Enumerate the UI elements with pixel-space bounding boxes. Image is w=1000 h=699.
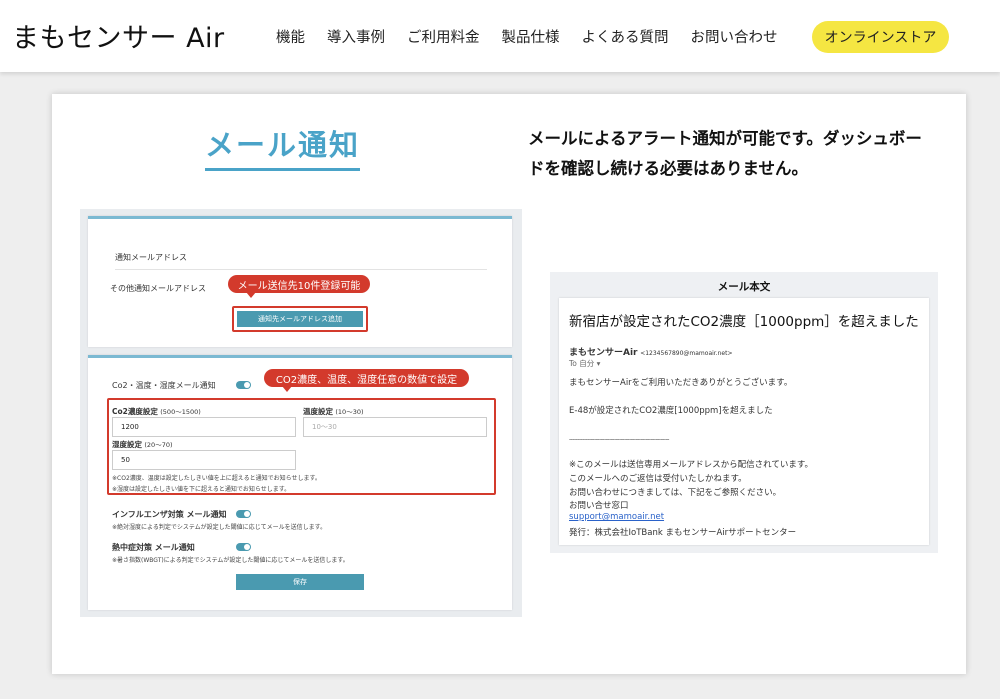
mail-body-heading: メール本文 (717, 281, 771, 293)
email-footer-5: 発行：株式会社IoTBank まもセンサーAirサポートセンター (569, 528, 797, 538)
site-header: まもセンサー Air 機能 導入事例 ご利用料金 製品仕様 よくある質問 お問い… (0, 0, 1000, 72)
email-subject: 新宿店が設定されたCO2濃度［1000ppm］を超えました (569, 314, 919, 330)
co2-mail-label: Co2・温度・湿度メール通知 (112, 381, 216, 390)
email-address-panel: 通知メールアドレス その他通知メールアドレス メール送信先10件登録可能 通知先… (88, 216, 512, 347)
nav-item-case-studies[interactable]: 導入事例 (327, 26, 385, 47)
email-footer-3: お問い合わせにつきましては、下記をご参照ください。 (569, 488, 782, 498)
threshold-note-2: ※湿度は設定したしきい値を下に超えると通知でお知らせします。 (112, 486, 291, 493)
heatstroke-mail-toggle[interactable] (236, 543, 251, 551)
add-email-button[interactable]: 通知先メールアドレス追加 (237, 311, 363, 327)
nav-item-features[interactable]: 機能 (276, 26, 305, 47)
nav-item-faq[interactable]: よくある質問 (582, 26, 669, 47)
email-footer-2: このメールへのご返信は受付いたしかねます。 (569, 474, 747, 484)
online-store-button[interactable]: オンラインストア (812, 21, 949, 53)
heatstroke-mail-label: 熱中症対策 メール通知 (112, 543, 195, 552)
email-recipient[interactable]: To 自分 ▾ (569, 358, 600, 369)
influenza-mail-toggle[interactable] (236, 510, 251, 518)
temp-setting-label: 温度設定 (10〜30) (303, 407, 364, 416)
threshold-note-1: ※CO2濃度、温度は設定したしきい値を上に超えると通知でお知らせします。 (112, 475, 321, 482)
site-logo[interactable]: まもセンサー Air (12, 16, 225, 55)
co2-input[interactable]: 1200 (112, 417, 296, 437)
support-email-link[interactable]: support@mamoair.net (569, 512, 664, 522)
nav-item-specs[interactable]: 製品仕様 (502, 26, 560, 47)
humidity-setting-label: 湿度設定 (20〜70) (112, 440, 173, 449)
email-alert-line: E-48が設定されたCO2濃度[1000ppm]を超えました (569, 406, 773, 416)
co2-mail-toggle[interactable] (236, 381, 251, 389)
callout-recipients: メール送信先10件登録可能 (228, 275, 370, 298)
notification-settings-panel: Co2・温度・湿度メール通知 CO2濃度、温度、湿度任意の数値で設定 Co2濃度… (88, 355, 512, 610)
notify-email-heading: 通知メールアドレス (115, 253, 187, 262)
email-greeting: まもセンサーAirをご利用いただきありがとうございます。 (569, 378, 793, 388)
section-description: メールによるアラート通知が可能です。ダッシュボードを確認し続ける必要はありません… (528, 129, 922, 178)
email-message: 新宿店が設定されたCO2濃度［1000ppm］を超えました まもセンサーAir … (559, 298, 929, 545)
main-nav: 機能 導入事例 ご利用料金 製品仕様 よくある質問 お問い合わせ (276, 26, 800, 47)
email-separator: ----------------------------------------… (569, 436, 669, 443)
influenza-mail-label: インフルエンザ対策 メール通知 (112, 510, 227, 519)
other-email-label: その他通知メールアドレス (110, 284, 206, 293)
email-sender: まもセンサーAir <1234567890@mamoair.net> (569, 348, 733, 358)
settings-screenshot: 通知メールアドレス その他通知メールアドレス メール送信先10件登録可能 通知先… (80, 209, 522, 617)
save-button[interactable]: 保存 (236, 574, 364, 590)
callout-thresholds: CO2濃度、温度、湿度任意の数値で設定 (264, 369, 469, 392)
feature-card: メール通知 メールによるアラート通知が可能です。ダッシュボードを確認し続ける必要… (52, 94, 966, 674)
co2-setting-label: Co2濃度設定 (500〜1500) (112, 407, 201, 416)
section-title: メール通知 (205, 122, 361, 171)
email-footer-4: お問い合せ窓口 (569, 501, 629, 511)
nav-item-pricing[interactable]: ご利用料金 (407, 26, 480, 47)
heatstroke-note: ※暑さ指数(WBGT)による判定でシステムが設定した閾値に応じてメールを送信しま… (112, 557, 349, 564)
divider (115, 269, 487, 270)
temp-input[interactable]: 10〜30 (303, 417, 487, 437)
humidity-input[interactable]: 50 (112, 450, 296, 470)
nav-item-contact[interactable]: お問い合わせ (691, 26, 778, 47)
influenza-note: ※絶対湿度による判定でシステムが設定した閾値に応じてメールを送信します。 (112, 524, 327, 531)
email-screenshot: メール本文 新宿店が設定されたCO2濃度［1000ppm］を超えました まもセン… (550, 272, 938, 553)
email-footer-1: ※このメールは送信専用メールアドレスから配信されています。 (569, 460, 814, 470)
